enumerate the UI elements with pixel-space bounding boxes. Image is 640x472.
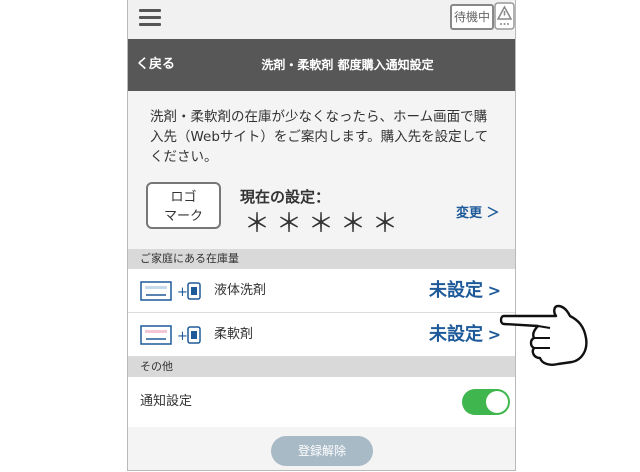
washer-plus-bottle-icon: + (140, 281, 201, 301)
footer-area: 登録解除 (128, 427, 515, 470)
svg-text:+: + (177, 285, 188, 300)
nav-bar: く戻る 洗剤・柔軟剤 都度購入通知設定 (128, 39, 515, 91)
warning-icon[interactable] (494, 2, 515, 30)
logo-line-2: マーク (163, 209, 203, 224)
inventory-item-status: 未設定 (429, 324, 483, 345)
current-setting-value: ＊＊＊＊＊ (244, 209, 405, 239)
standby-status-button[interactable]: 待機中 (450, 4, 494, 30)
unregister-button[interactable]: 登録解除 (271, 436, 373, 466)
top-bar: 待機中 (128, 0, 515, 39)
notification-toggle[interactable] (462, 389, 510, 415)
washer-plus-bottle-icon: + (140, 325, 201, 345)
logo-placeholder: ロゴ マーク (146, 182, 221, 229)
notification-setting-row: 通知設定 (128, 377, 515, 428)
page-title: 洗剤・柔軟剤 都度購入通知設定 (261, 58, 434, 72)
svg-text:+: + (177, 329, 188, 344)
logo-line-1: ロゴ (170, 190, 197, 205)
toggle-knob (486, 391, 508, 413)
app-screen: 待機中 く戻る 洗剤・柔軟剤 都度購入通知設定 洗剤・柔軟剤の在庫が少なくなった… (127, 0, 516, 471)
change-link[interactable]: 変更 ＞ (456, 202, 500, 221)
notification-setting-label: 通知設定 (140, 394, 193, 409)
intro-description: 洗剤・柔軟剤の在庫が少なくなったら、ホーム画面で購入先（Webサイト）をご案内し… (150, 109, 489, 165)
inventory-row-softener[interactable]: + 柔軟剤 未設定 > (128, 313, 515, 357)
hamburger-menu-icon[interactable] (139, 9, 161, 27)
inventory-item-status: 未設定 (429, 280, 483, 301)
inventory-item-label: 柔軟剤 (214, 327, 254, 342)
purchase-site-panel: 洗剤・柔軟剤の在庫が少なくなったら、ホーム画面で購入先（Webサイト）をご案内し… (128, 91, 515, 249)
inventory-row-liquid-detergent[interactable]: + 液体洗剤 未設定 > (128, 269, 515, 313)
inventory-section-header: ご家庭にある在庫量 (128, 249, 515, 269)
inventory-item-label: 液体洗剤 (214, 283, 267, 298)
other-section-header: その他 (128, 357, 515, 377)
pointing-hand-icon (499, 304, 588, 366)
